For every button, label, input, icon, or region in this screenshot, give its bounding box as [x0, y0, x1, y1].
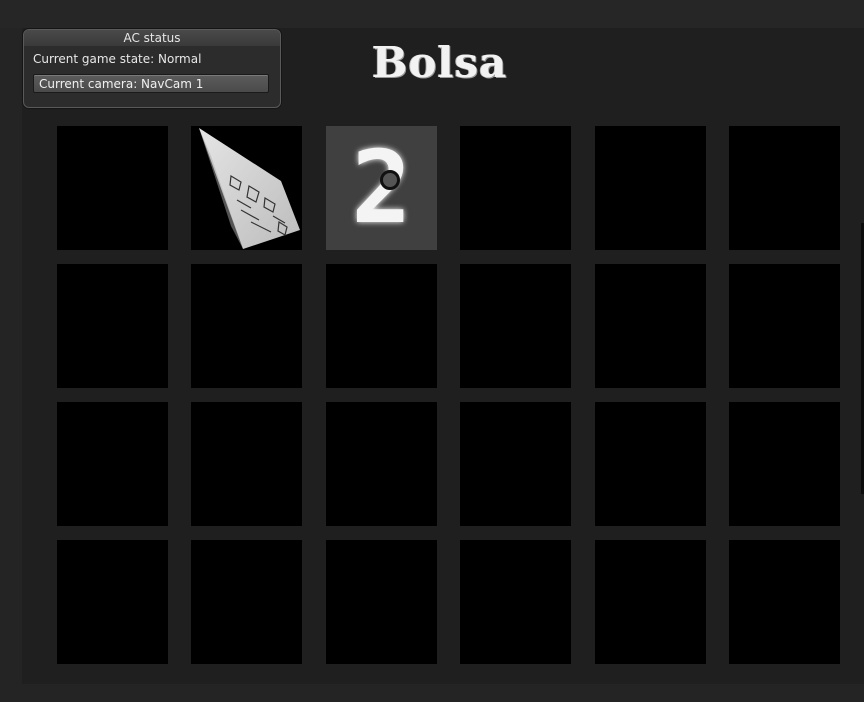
card-0-0[interactable]	[57, 126, 168, 250]
card-3-1[interactable]	[191, 540, 302, 664]
card-3-5[interactable]	[729, 540, 840, 664]
card-2-2[interactable]	[326, 402, 437, 526]
card-2-3[interactable]	[460, 402, 571, 526]
card-0-2[interactable]: 2	[326, 126, 437, 250]
card-0-4[interactable]	[595, 126, 706, 250]
camera-select-button[interactable]: Current camera: NavCam 1	[33, 74, 269, 93]
ac-status-title: AC status	[24, 30, 280, 46]
card-2-4[interactable]	[595, 402, 706, 526]
top-frame	[0, 0, 864, 28]
card-0-3[interactable]	[460, 126, 571, 250]
flipping-card-icon	[199, 128, 300, 249]
card-1-4[interactable]	[595, 264, 706, 388]
card-3-2[interactable]	[326, 540, 437, 664]
card-1-0[interactable]	[57, 264, 168, 388]
card-1-2[interactable]	[326, 264, 437, 388]
card-3-4[interactable]	[595, 540, 706, 664]
card-2-5[interactable]	[729, 402, 840, 526]
card-2-0[interactable]	[57, 402, 168, 526]
card-value: 2	[351, 129, 412, 246]
game-title: Bolsa	[372, 38, 508, 87]
ac-status-panel: AC status Current game state: Normal Cur…	[23, 29, 281, 108]
card-3-0[interactable]	[57, 540, 168, 664]
card-1-5[interactable]	[729, 264, 840, 388]
card-1-1[interactable]	[191, 264, 302, 388]
card-1-3[interactable]	[460, 264, 571, 388]
card-0-5[interactable]	[729, 126, 840, 250]
coin-icon	[380, 170, 400, 190]
card-2-1[interactable]	[191, 402, 302, 526]
game-state-label: Current game state: Normal	[33, 52, 202, 66]
card-0-1[interactable]	[191, 126, 302, 250]
card-3-3[interactable]	[460, 540, 571, 664]
